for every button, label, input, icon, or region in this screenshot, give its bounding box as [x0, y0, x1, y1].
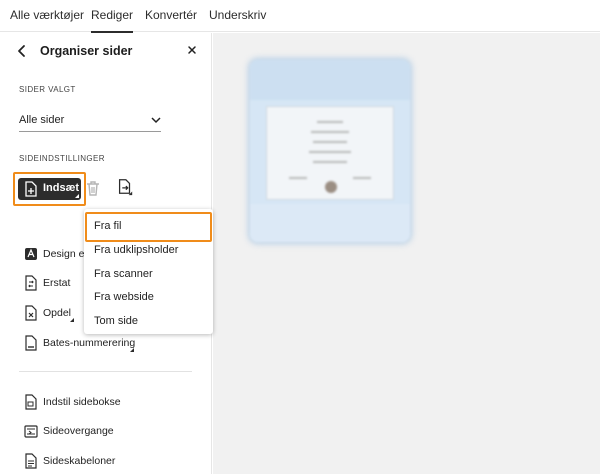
extract-page-icon[interactable] [116, 178, 134, 196]
page-settings-label: SIDEINDSTILLINGER [19, 154, 105, 163]
thumbnail-page [266, 106, 394, 200]
split-icon [25, 305, 37, 321]
tool-bates-numbering[interactable]: Bates-nummerering [24, 335, 144, 353]
pages-selected-label: SIDER VALGT [19, 85, 76, 94]
chevron-down-icon [151, 117, 161, 124]
tool-replace-label: Erstat [43, 277, 71, 289]
pages-dropdown[interactable]: Alle sider [19, 112, 161, 132]
insert-label: Indsæt [43, 182, 80, 194]
tool-set-page-boxes[interactable]: Indstil sidebokse [24, 394, 124, 412]
tool-bates-label: Bates-nummerering [43, 337, 136, 349]
tool-page-templates[interactable]: Sideskabeloner [24, 453, 116, 471]
insert-page-icon [25, 181, 37, 197]
tool-page-transitions-label: Sideovergange [43, 425, 114, 437]
transition-icon [24, 425, 38, 438]
top-nav: Alle værktøjer Rediger Konvertér Undersk… [0, 0, 600, 33]
tab-convert[interactable]: Konvertér [145, 0, 197, 32]
insert-button[interactable]: Indsæt [18, 178, 81, 200]
menu-item-blank-page[interactable]: Tom side [94, 315, 138, 327]
menu-corner-indicator [70, 318, 74, 322]
close-icon[interactable] [186, 44, 198, 56]
menu-item-from-clipboard[interactable]: Fra udklipsholder [94, 244, 178, 256]
tool-split[interactable]: Opdel [24, 305, 84, 323]
panel-divider [19, 371, 192, 372]
pages-dropdown-value: Alle sider [19, 114, 65, 126]
bates-icon [25, 335, 37, 351]
menu-item-from-scanner[interactable]: Fra scanner [94, 268, 153, 280]
page-thumbnail[interactable] [250, 60, 410, 242]
thumbnail-footer [250, 204, 410, 242]
tab-all-tools[interactable]: Alle værktøjer [10, 0, 84, 32]
tab-edit[interactable]: Rediger [91, 0, 134, 33]
thumbnail-header [250, 60, 410, 100]
design-icon [25, 248, 37, 260]
tool-split-label: Opdel [43, 307, 72, 319]
insert-menu: Fra fil Fra udklipsholder Fra scanner Fr… [84, 209, 213, 334]
seal-icon [325, 181, 337, 193]
replace-icon [25, 275, 37, 291]
tab-sign[interactable]: Underskriv [209, 0, 266, 32]
trash-icon[interactable] [84, 179, 102, 197]
panel-title: Organiser sider [40, 44, 133, 58]
menu-corner-indicator [75, 194, 79, 198]
tool-set-page-boxes-label: Indstil sidebokse [43, 396, 121, 408]
back-arrow-icon[interactable] [15, 44, 29, 58]
menu-item-from-webpage[interactable]: Fra webside [94, 291, 154, 303]
tool-page-transitions[interactable]: Sideovergange [24, 423, 114, 441]
tool-page-templates-label: Sideskabeloner [43, 455, 116, 467]
menu-item-from-file[interactable]: Fra fil [94, 220, 122, 232]
menu-corner-indicator [130, 348, 134, 352]
page-box-icon [25, 394, 37, 410]
template-icon [25, 453, 37, 469]
